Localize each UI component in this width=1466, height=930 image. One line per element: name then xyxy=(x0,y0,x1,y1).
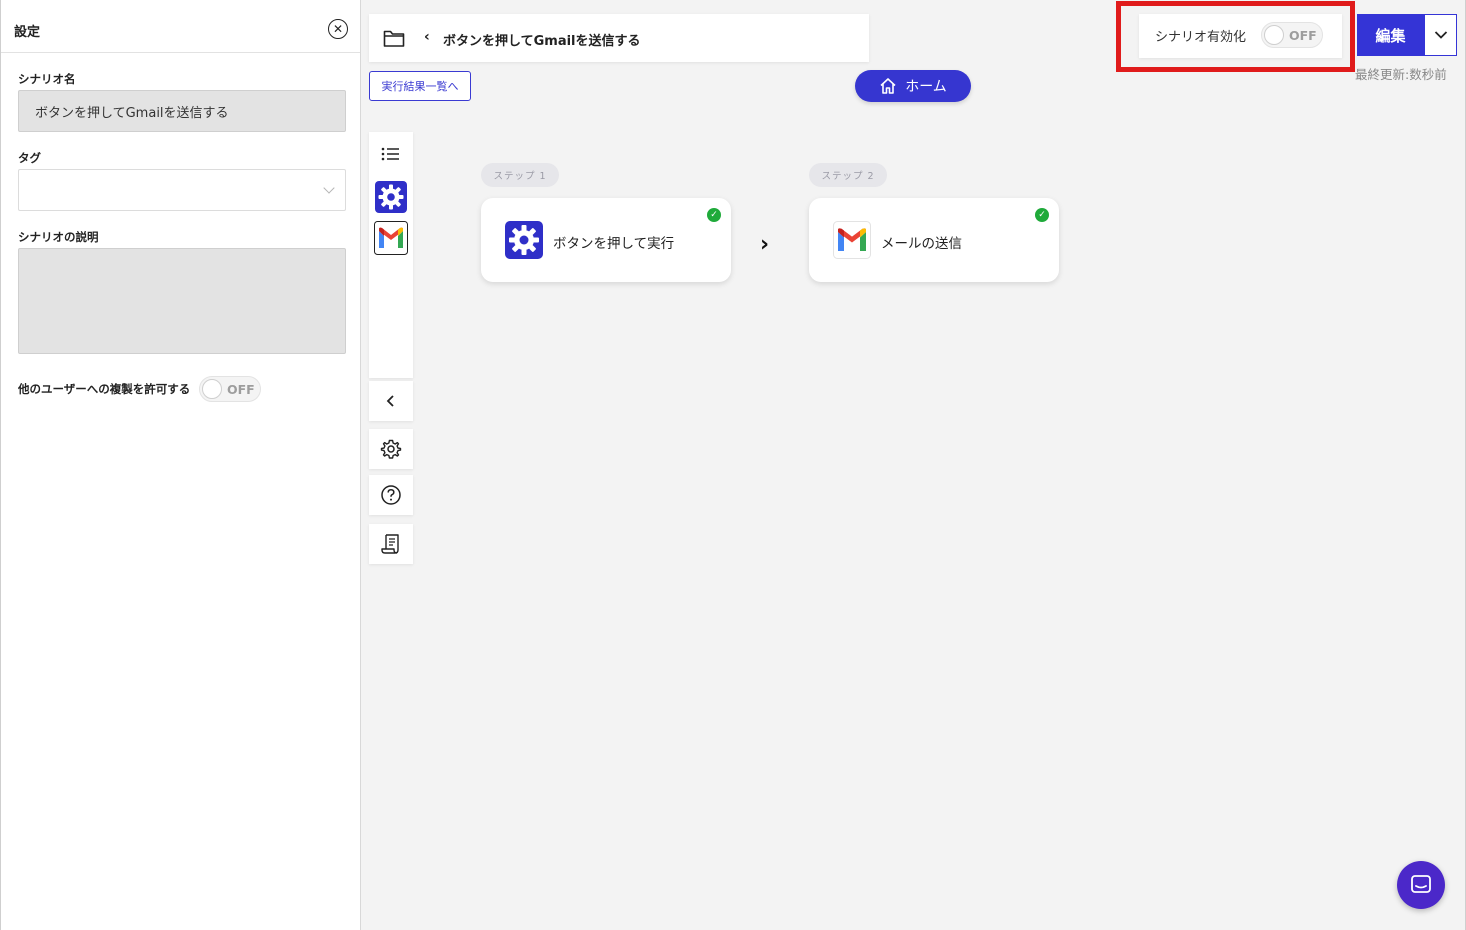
activation-label: シナリオ有効化 xyxy=(1155,30,1247,45)
scenario-header-card: ‹ ボタンを押してGmailを送信する xyxy=(369,14,869,62)
log-button[interactable] xyxy=(369,524,413,564)
step-label: メールの送信 xyxy=(881,236,962,252)
step-label: ボタンを押して実行 xyxy=(553,236,675,252)
activation-toggle[interactable]: OFF xyxy=(1261,22,1323,48)
copy-permission-toggle[interactable]: OFF xyxy=(199,376,261,402)
close-icon: ✕ xyxy=(332,22,344,36)
scenario-name-input[interactable]: ボタンを押してGmailを送信する xyxy=(18,90,346,132)
check-icon: ✓ xyxy=(707,208,721,222)
toolbar-step-trigger[interactable] xyxy=(369,180,413,214)
copy-permission-label: 他のユーザーへの複製を許可する xyxy=(18,382,191,396)
help-button[interactable] xyxy=(369,475,413,515)
help-icon xyxy=(381,485,401,505)
home-icon xyxy=(880,78,896,94)
gmail-icon xyxy=(374,221,408,255)
scenario-description-input[interactable] xyxy=(18,248,346,354)
scenario-name-label: シナリオ名 xyxy=(18,72,76,86)
settings-panel: 設定 ✕ シナリオ名 ボタンを押してGmailを送信する タグ シナリオの説明 … xyxy=(0,0,361,930)
step-list-button[interactable] xyxy=(369,142,413,166)
gear-icon xyxy=(375,181,407,213)
home-button[interactable]: ホーム xyxy=(855,70,971,102)
chat-support-button[interactable] xyxy=(1397,861,1445,909)
chevron-down-icon xyxy=(323,182,335,194)
home-button-label: ホーム xyxy=(905,79,947,95)
chevron-down-icon xyxy=(1434,31,1447,39)
document-icon xyxy=(381,534,399,554)
list-icon xyxy=(381,147,399,161)
chevron-right-icon: › xyxy=(760,232,770,257)
gear-icon xyxy=(380,439,402,459)
settings-header: 設定 ✕ xyxy=(1,0,360,53)
step-tag-2: ステップ 2 xyxy=(809,163,887,187)
tag-select[interactable] xyxy=(18,169,346,211)
edit-button[interactable]: 編集 xyxy=(1357,14,1424,56)
last-updated-text: 最終更新:数秒前 xyxy=(1355,67,1447,82)
toolbar-step-gmail[interactable] xyxy=(369,221,413,255)
chevron-left-icon xyxy=(386,395,394,407)
settings-title: 設定 xyxy=(14,25,41,40)
back-chevron-icon[interactable]: ‹ xyxy=(424,29,430,45)
settings-button[interactable] xyxy=(369,429,413,469)
close-settings-button[interactable]: ✕ xyxy=(328,19,348,39)
toggle-state-label: OFF xyxy=(227,382,255,397)
chat-icon xyxy=(1411,875,1431,893)
gmail-icon xyxy=(833,221,871,259)
scenario-title: ボタンを押してGmailを送信する xyxy=(443,34,641,49)
description-label: シナリオの説明 xyxy=(18,230,99,244)
step-card-gmail[interactable]: ✓ メールの送信 xyxy=(809,198,1059,282)
step-card-trigger[interactable]: ✓ ボタンを押して実行 xyxy=(481,198,731,282)
check-icon: ✓ xyxy=(1035,208,1049,222)
toggle-knob xyxy=(1264,25,1284,45)
toggle-state-label: OFF xyxy=(1289,28,1317,43)
step-toolbar xyxy=(369,132,413,378)
results-list-button[interactable]: 実行結果一覧へ xyxy=(369,71,471,101)
edit-dropdown-button[interactable] xyxy=(1424,14,1457,56)
activation-card: シナリオ有効化 OFF xyxy=(1139,14,1342,58)
step-tag-1: ステップ 1 xyxy=(481,163,559,187)
folder-icon xyxy=(383,30,405,47)
collapse-panel-button[interactable] xyxy=(369,381,413,421)
gear-icon xyxy=(505,221,543,259)
tag-label: タグ xyxy=(18,151,41,165)
toggle-knob xyxy=(202,379,222,399)
